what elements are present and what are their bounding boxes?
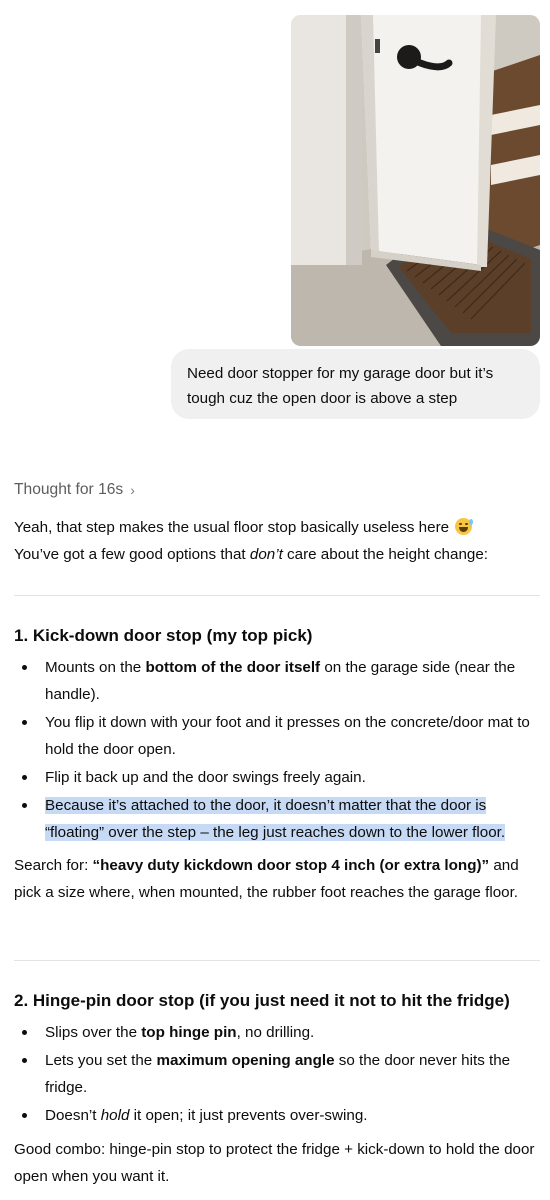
list-item: You flip it down with your foot and it p… [14, 709, 540, 763]
section-1-heading: 1. Kick-down door stop (my top pick) [14, 626, 313, 645]
search-query: “heavy duty kickdown door stop 4 inch (o… [92, 857, 490, 874]
list-item: Flip it back up and the door swings free… [14, 764, 540, 791]
intro-line-2-emphasis: don’t [249, 546, 283, 563]
bullet-emphasis-text: hold [100, 1107, 130, 1124]
bullet-text: You flip it down with your foot and it p… [45, 714, 530, 758]
bullet-bold-text: top hinge pin [141, 1024, 237, 1041]
thought-label: Thought for 16s [14, 481, 124, 498]
bullet-text: Mounts on the [45, 659, 146, 676]
bullet-text: Lets you set the [45, 1052, 157, 1069]
section-2-heading: 2. Hinge-pin door stop (if you just need… [14, 991, 510, 1010]
user-message-bubble: Need door stopper for my garage door but… [171, 349, 540, 419]
bullet-dot [22, 1030, 27, 1035]
bullet-text: Doesn’t [45, 1107, 101, 1124]
list-item: Mounts on the bottom of the door itself … [14, 654, 540, 708]
bullet-bold-text: maximum opening angle [156, 1052, 335, 1069]
bullet-dot [22, 803, 27, 808]
intro-line-2-start: You’ve got a few good options that [14, 546, 250, 563]
user-message-line-2: tough cuz the open door is above a step [187, 390, 458, 407]
thought-toggle[interactable]: Thought for 16s › [14, 478, 135, 502]
list-item: Because it’s attached to the door, it do… [14, 792, 540, 846]
assistant-intro: Yeah, that step makes the usual floor st… [14, 514, 544, 568]
user-uploaded-photo[interactable] [291, 15, 540, 346]
chevron-right-icon: › [130, 482, 135, 498]
bullet-text: it open; it just prevents over-swing. [129, 1107, 368, 1124]
bullet-dot [22, 1113, 27, 1118]
search-prefix: Search for: [14, 857, 93, 874]
combo-recommendation: Good combo: hinge-pin stop to protect th… [14, 1141, 535, 1185]
bullet-text: , no drilling. [236, 1024, 315, 1041]
section-1-bullet-list: Mounts on the bottom of the door itself … [14, 654, 540, 847]
highlighted-selection-text[interactable]: Because it’s attached to the door, it do… [45, 797, 506, 841]
list-item: Lets you set the maximum opening angle s… [14, 1047, 540, 1101]
user-message-line-1: Need door stopper for my garage door but… [187, 365, 494, 382]
bullet-text: Flip it back up and the door swings free… [45, 769, 366, 786]
search-suggestion: Search for: “heavy duty kickdown door st… [14, 852, 540, 906]
bullet-dot [22, 775, 27, 780]
bullet-text: Slips over the [45, 1024, 142, 1041]
intro-line-2-end: care about the height change: [282, 546, 488, 563]
section-2-bullet-list: Slips over the top hinge pin, no drillin… [14, 1019, 540, 1130]
list-item: Doesn’t hold it open; it just prevents o… [14, 1102, 540, 1129]
bullet-dot [22, 1058, 27, 1063]
garage-door-photo [291, 15, 540, 346]
bullet-dot [22, 720, 27, 725]
list-item: Slips over the top hinge pin, no drillin… [14, 1019, 540, 1046]
grinning-sweat-emoji-icon [455, 518, 474, 535]
bullet-dot [22, 665, 27, 670]
section-divider [14, 595, 540, 596]
section-divider [14, 960, 540, 961]
intro-line-1: Yeah, that step makes the usual floor st… [14, 519, 450, 536]
bullet-bold-text: bottom of the door itself [145, 659, 321, 676]
